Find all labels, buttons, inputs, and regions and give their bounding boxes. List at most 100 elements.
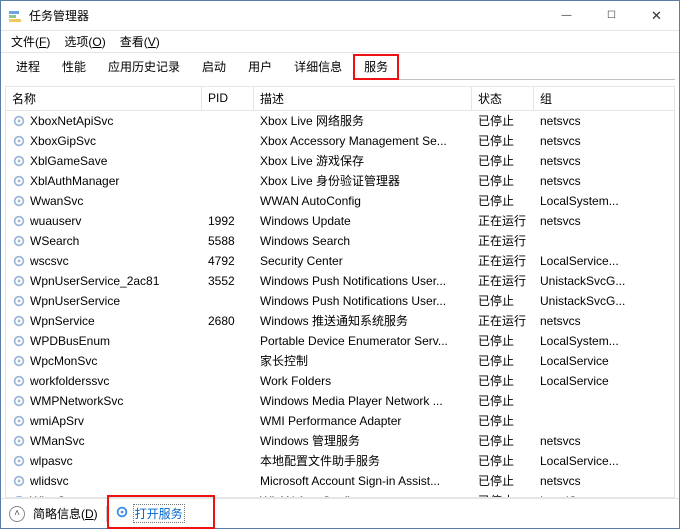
cell-pid (202, 131, 254, 151)
cell-group (534, 391, 674, 411)
tab-details[interactable]: 详细信息 (283, 54, 353, 80)
col-header-name[interactable]: 名称 (6, 87, 202, 110)
menubar: 文件(F) 选项(O) 查看(V) (1, 31, 679, 53)
service-gear-icon (12, 114, 26, 128)
cell-name-text: WManSvc (30, 434, 85, 448)
cell-name-text: XblGameSave (30, 154, 107, 168)
table-row[interactable]: workfolderssvcWork Folders已停止LocalServic… (6, 371, 674, 391)
menu-options[interactable]: 选项(O) (58, 31, 111, 52)
cell-status: 正在运行 (472, 231, 534, 251)
cell-group: LocalService (534, 371, 674, 391)
tab-performance[interactable]: 性能 (51, 54, 97, 80)
table-row[interactable]: wlpasvc本地配置文件助手服务已停止LocalService... (6, 451, 674, 471)
cell-desc: Xbox Live 网络服务 (254, 111, 472, 131)
cell-desc: Windows Push Notifications User... (254, 271, 472, 291)
col-header-status[interactable]: 状态 (472, 87, 534, 110)
table-row[interactable]: WSearch5588Windows Search正在运行 (6, 231, 674, 251)
cell-group: LocalService (534, 351, 674, 371)
table-row[interactable]: WlanSvcWLAN AutoConfig已停止LocalSystem... (6, 491, 674, 497)
service-gear-icon (12, 314, 26, 328)
table-row[interactable]: WManSvcWindows 管理服务已停止netsvcs (6, 431, 674, 451)
cell-name-text: XboxNetApiSvc (30, 114, 113, 128)
tab-services[interactable]: 服务 (353, 54, 399, 80)
cell-pid (202, 331, 254, 351)
cell-name-text: WpnService (30, 314, 95, 328)
cell-desc: Windows 推送通知系统服务 (254, 311, 472, 331)
cell-pid (202, 351, 254, 371)
table-row[interactable]: WPDBusEnumPortable Device Enumerator Ser… (6, 331, 674, 351)
cell-name-text: WwanSvc (30, 194, 83, 208)
cell-group: netsvcs (534, 311, 674, 331)
cell-group: netsvcs (534, 211, 674, 231)
service-gear-icon (12, 294, 26, 308)
table-row[interactable]: WpnUserServiceWindows Push Notifications… (6, 291, 674, 311)
cell-desc: 本地配置文件助手服务 (254, 451, 472, 471)
maximize-button[interactable]: ☐ (589, 1, 634, 30)
tab-startup[interactable]: 启动 (191, 54, 237, 80)
window-title: 任务管理器 (29, 7, 89, 24)
cell-name: WwanSvc (6, 191, 202, 211)
cell-name: XblAuthManager (6, 171, 202, 191)
table-row[interactable]: wuauserv1992Windows Update正在运行netsvcs (6, 211, 674, 231)
table-row[interactable]: WpcMonSvc家长控制已停止LocalService (6, 351, 674, 371)
table-row[interactable]: WwanSvcWWAN AutoConfig已停止LocalSystem... (6, 191, 674, 211)
cell-group: netsvcs (534, 471, 674, 491)
cell-status: 已停止 (472, 451, 534, 471)
cell-name-text: WPDBusEnum (30, 334, 110, 348)
cell-desc: Xbox Live 身份验证管理器 (254, 171, 472, 191)
cell-pid (202, 191, 254, 211)
chevron-up-icon[interactable]: ˄ (9, 506, 25, 522)
cell-group: netsvcs (534, 171, 674, 191)
table-row[interactable]: XboxGipSvcXbox Accessory Management Se..… (6, 131, 674, 151)
cell-desc: Xbox Live 游戏保存 (254, 151, 472, 171)
cell-desc: Windows Update (254, 211, 472, 231)
cell-pid (202, 411, 254, 431)
fewer-details-button[interactable]: 简略信息(D) (33, 505, 98, 522)
service-gear-icon (12, 154, 26, 168)
col-header-desc[interactable]: 描述 (254, 87, 472, 110)
statusbar-divider (106, 506, 107, 522)
table-row[interactable]: XblGameSave Xbox Live 游戏保存已停止netsvcs (6, 151, 674, 171)
table-row[interactable]: WMPNetworkSvcWindows Media Player Networ… (6, 391, 674, 411)
tab-users[interactable]: 用户 (237, 54, 283, 80)
table-body: XboxNetApiSvcXbox Live 网络服务已停止netsvcsXbo… (6, 111, 674, 497)
open-services-link[interactable]: 打开服务 (115, 504, 185, 523)
cell-group: LocalSystem... (534, 331, 674, 351)
service-gear-icon (12, 414, 26, 428)
cell-status: 已停止 (472, 471, 534, 491)
cell-name: WManSvc (6, 431, 202, 451)
menu-file[interactable]: 文件(F) (5, 31, 56, 52)
window-controls: — ☐ ✕ (544, 1, 679, 30)
cell-status: 已停止 (472, 171, 534, 191)
cell-status: 已停止 (472, 431, 534, 451)
tab-processes[interactable]: 进程 (5, 54, 51, 80)
cell-name: WSearch (6, 231, 202, 251)
cell-name-text: wlpasvc (30, 454, 73, 468)
table-row[interactable]: XblAuthManager Xbox Live 身份验证管理器已停止netsvc… (6, 171, 674, 191)
cell-pid (202, 151, 254, 171)
cell-status: 已停止 (472, 111, 534, 131)
cell-pid (202, 111, 254, 131)
cell-name: XboxGipSvc (6, 131, 202, 151)
cell-group: netsvcs (534, 151, 674, 171)
cell-status: 已停止 (472, 151, 534, 171)
cell-name-text: wlidsvc (30, 474, 69, 488)
table-row[interactable]: XboxNetApiSvcXbox Live 网络服务已停止netsvcs (6, 111, 674, 131)
menu-view[interactable]: 查看(V) (114, 31, 166, 52)
table-row[interactable]: wscsvc4792Security Center正在运行LocalServic… (6, 251, 674, 271)
cell-status: 已停止 (472, 371, 534, 391)
close-button[interactable]: ✕ (634, 1, 679, 30)
cell-name: WpnUserService_2ac81 (6, 271, 202, 291)
table-row[interactable]: wmiApSrvWMI Performance Adapter已停止 (6, 411, 674, 431)
col-header-group[interactable]: 组 (534, 87, 674, 110)
tab-history[interactable]: 应用历史记录 (97, 54, 191, 80)
table-row[interactable]: WpnUserService_2ac813552Windows Push Not… (6, 271, 674, 291)
col-header-pid[interactable]: PID (202, 87, 254, 110)
content: 名称 PID 描述 状态 组 XboxNetApiSvc Xbox Live 网络… (1, 80, 679, 498)
table-row[interactable]: wlidsvcMicrosoft Account Sign-in Assist.… (6, 471, 674, 491)
cell-desc: Windows Push Notifications User... (254, 291, 472, 311)
cell-status: 正在运行 (472, 211, 534, 231)
table-row[interactable]: WpnService2680Windows 推送通知系统服务正在运行netsvc… (6, 311, 674, 331)
cell-pid: 2680 (202, 311, 254, 331)
minimize-button[interactable]: — (544, 1, 589, 30)
